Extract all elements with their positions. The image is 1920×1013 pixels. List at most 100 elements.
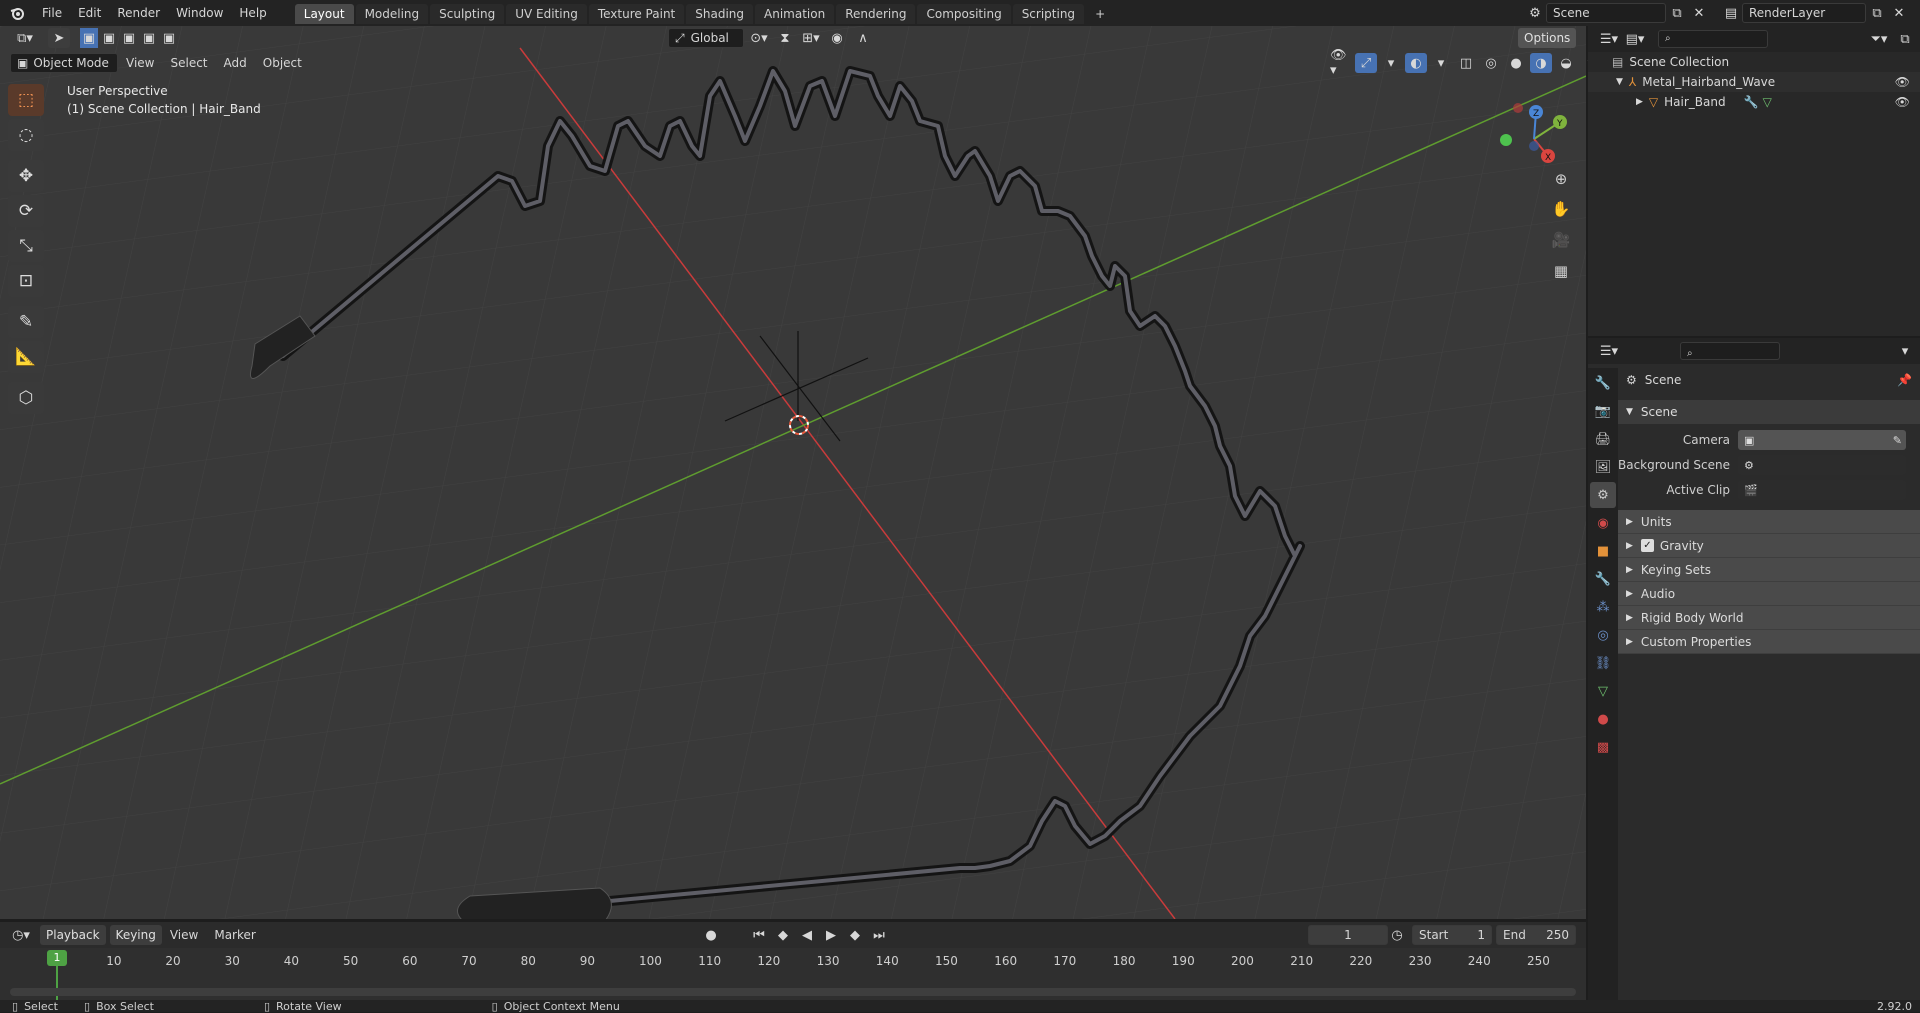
timeline-scrollbar[interactable] <box>10 988 1576 996</box>
record-icon[interactable]: ● <box>700 925 722 945</box>
visibility-filter-icon[interactable]: 👁▾ <box>1330 48 1352 78</box>
add-workspace-button[interactable]: + <box>1086 4 1114 24</box>
outliner-row-scene-collection[interactable]: ▤ Scene Collection <box>1588 52 1920 72</box>
world-tab-icon[interactable]: ◉ <box>1590 510 1616 536</box>
select-intersect-icon[interactable]: ▣ <box>160 28 178 48</box>
menu-file[interactable]: File <box>34 0 70 26</box>
annotate-icon[interactable]: ✎ <box>8 306 44 338</box>
scene-selector[interactable]: Scene <box>1546 3 1666 23</box>
gravity-subpanel[interactable]: ▶ ✓ Gravity <box>1618 534 1920 558</box>
keying-sets-subpanel[interactable]: ▶ Keying Sets <box>1618 558 1920 582</box>
tab-animation[interactable]: Animation <box>755 4 835 24</box>
audio-subpanel[interactable]: ▶ Audio <box>1618 582 1920 606</box>
delete-view-layer-icon[interactable]: ✕ <box>1888 3 1910 23</box>
falloff-icon[interactable]: ∧ <box>852 28 874 48</box>
material-tab-icon[interactable]: ● <box>1590 706 1616 732</box>
select-new-icon[interactable]: ▣ <box>80 28 98 48</box>
end-frame-field[interactable]: End 250 <box>1496 925 1576 945</box>
editor-type-icon[interactable]: ⧉▾ <box>10 28 40 48</box>
menu-view[interactable]: View <box>162 922 206 948</box>
camera-field[interactable]: ▣ ✎ <box>1738 430 1906 450</box>
rotate-icon[interactable]: ⟳ <box>8 195 44 227</box>
expand-arrow-icon[interactable]: ▼ <box>1616 77 1623 87</box>
outliner-row-object[interactable]: ▶ ▽ Hair_Band 🔧 ▽ 👁 <box>1588 92 1920 112</box>
select-subtract-icon[interactable]: ▣ <box>120 28 138 48</box>
next-keyframe-icon[interactable]: ◆ <box>844 925 866 945</box>
filter-icon[interactable]: ⏷▾ <box>1868 29 1890 49</box>
menu-edit[interactable]: Edit <box>70 0 109 26</box>
snap-target-icon[interactable]: ⊞▾ <box>800 28 822 48</box>
units-subpanel[interactable]: ▶ Units <box>1618 510 1920 534</box>
select-tool-icon[interactable]: ➤ <box>48 28 70 48</box>
preview-range-icon[interactable]: ◷ <box>1386 925 1408 945</box>
menu-view[interactable]: View <box>118 50 162 76</box>
tab-uv-editing[interactable]: UV Editing <box>506 4 587 24</box>
menu-marker[interactable]: Marker <box>206 922 263 948</box>
menu-object[interactable]: Object <box>255 50 310 76</box>
properties-search-input[interactable]: ⌕ <box>1680 342 1780 360</box>
start-frame-field[interactable]: Start 1 <box>1412 925 1492 945</box>
tab-compositing[interactable]: Compositing <box>917 4 1011 24</box>
prev-keyframe-icon[interactable]: ◆ <box>772 925 794 945</box>
move-icon[interactable]: ✥ <box>8 160 44 192</box>
play-icon[interactable]: ▶ <box>820 925 842 945</box>
rigid-body-world-subpanel[interactable]: ▶ Rigid Body World <box>1618 606 1920 630</box>
properties-options-icon[interactable]: ▾ <box>1894 341 1916 361</box>
options-dropdown[interactable]: Options <box>1518 28 1577 48</box>
3d-viewport[interactable]: User Perspective (1) Scene Collection | … <box>0 26 1586 919</box>
visibility-eye-icon[interactable]: 👁 <box>1895 75 1910 89</box>
custom-properties-subpanel[interactable]: ▶ Custom Properties <box>1618 630 1920 654</box>
timeline-editor-type-icon[interactable]: ◷▾ <box>10 925 32 945</box>
playhead[interactable]: 1 <box>47 950 67 966</box>
background-scene-field[interactable]: ⚙ <box>1738 455 1906 475</box>
outliner-search-input[interactable]: ⌕ <box>1658 30 1768 48</box>
play-reverse-icon[interactable]: ◀ <box>796 925 818 945</box>
properties-editor-type-icon[interactable]: ☰▾ <box>1598 341 1620 361</box>
menu-window[interactable]: Window <box>168 0 231 26</box>
scene-panel-header[interactable]: ▼ Scene <box>1618 400 1920 424</box>
view-layer-icon[interactable]: ▤ <box>1720 3 1742 23</box>
playback-dropdown[interactable]: Playback <box>40 925 106 945</box>
camera-view-icon[interactable]: 🎥 <box>1548 227 1574 253</box>
particles-tab-icon[interactable]: ⁂ <box>1590 594 1616 620</box>
mesh-data-icon[interactable]: ▽ <box>1763 95 1772 109</box>
gravity-checkbox[interactable]: ✓ <box>1640 539 1654 552</box>
zoom-icon[interactable]: ⊕ <box>1548 166 1574 192</box>
tab-shading[interactable]: Shading <box>686 4 753 24</box>
tab-sculpting[interactable]: Sculpting <box>430 4 505 24</box>
object-tab-icon[interactable]: ■ <box>1590 538 1616 564</box>
tab-layout[interactable]: Layout <box>294 4 354 24</box>
overlays-dropdown-icon[interactable]: ▾ <box>1430 53 1452 73</box>
gizmo-dropdown-icon[interactable]: ▾ <box>1380 53 1402 73</box>
jump-start-icon[interactable]: ⏮ <box>748 925 770 945</box>
cursor-icon[interactable]: ◌ <box>8 119 44 151</box>
menu-select[interactable]: Select <box>162 50 215 76</box>
new-view-layer-icon[interactable]: ⧉ <box>1866 3 1888 23</box>
add-cube-icon[interactable]: ⬡ <box>8 382 44 414</box>
auto-keying-icon[interactable] <box>724 925 746 945</box>
new-scene-icon[interactable]: ⧉ <box>1666 3 1688 23</box>
data-tab-icon[interactable]: ▽ <box>1590 678 1616 704</box>
expand-arrow-icon[interactable]: ▶ <box>1636 97 1643 107</box>
overlays-toggle-icon[interactable]: ◐ <box>1405 53 1427 73</box>
texture-tab-icon[interactable]: ▩ <box>1590 734 1616 760</box>
gizmo-toggle-icon[interactable]: ⤢ <box>1355 53 1377 73</box>
eyedropper-icon[interactable]: ✎ <box>1893 434 1902 447</box>
measure-icon[interactable]: 📐 <box>8 341 44 373</box>
view-layer-tab-icon[interactable]: 🖼 <box>1590 454 1616 480</box>
snap-icon[interactable]: ⧗ <box>774 28 796 48</box>
modifiers-tab-icon[interactable]: 🔧 <box>1590 566 1616 592</box>
visibility-eye-icon[interactable]: 👁 <box>1895 95 1910 109</box>
delete-scene-icon[interactable]: ✕ <box>1688 3 1710 23</box>
pin-icon[interactable]: 📌 <box>1897 373 1912 387</box>
transform-orientation-dropdown[interactable]: ⤢ Global <box>668 28 744 48</box>
tab-texture-paint[interactable]: Texture Paint <box>588 4 685 24</box>
perspective-toggle-icon[interactable]: ▦ <box>1548 258 1574 284</box>
menu-add[interactable]: Add <box>216 50 255 76</box>
jump-end-icon[interactable]: ⏭ <box>868 925 890 945</box>
new-collection-icon[interactable]: ⧉ <box>1894 29 1916 49</box>
shading-material-icon[interactable]: ◑ <box>1530 53 1552 73</box>
tab-scripting[interactable]: Scripting <box>1012 4 1085 24</box>
menu-help[interactable]: Help <box>231 0 274 26</box>
select-invert-icon[interactable]: ▣ <box>140 28 158 48</box>
